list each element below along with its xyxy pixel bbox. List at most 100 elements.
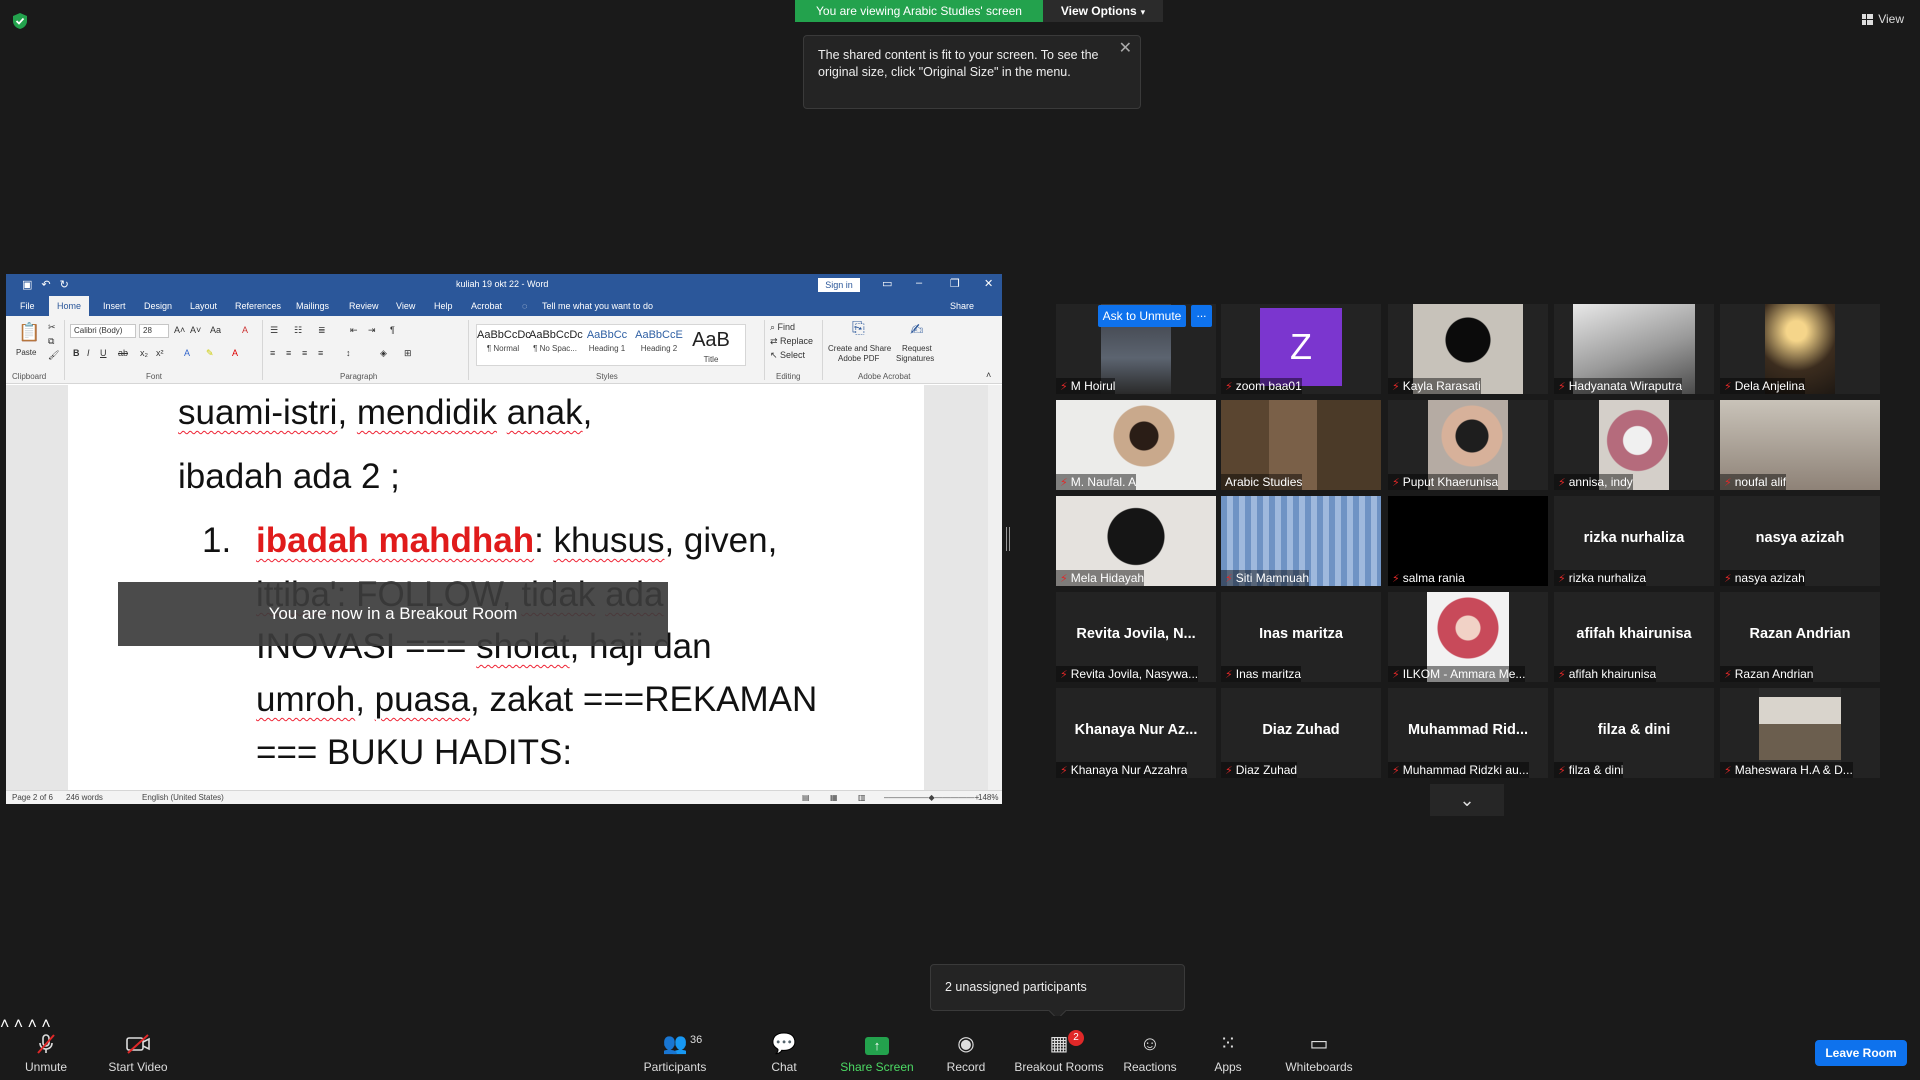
tab-home[interactable]: Home xyxy=(49,296,90,316)
participant-tile[interactable]: nasya azizah ⚡ nasya azizah xyxy=(1720,496,1880,586)
create-pdf-label-2[interactable]: Adobe PDF xyxy=(838,354,879,363)
tab-review[interactable]: Review xyxy=(349,301,379,311)
participant-tile[interactable]: Razan Andrian ⚡ Razan Andrian xyxy=(1720,592,1880,682)
increase-indent-icon[interactable]: ⇥ xyxy=(368,325,376,336)
sign-in-button[interactable]: Sign in xyxy=(818,278,860,292)
chat-options-caret-icon[interactable]: ˄ xyxy=(28,1016,37,1033)
apps-button[interactable]: ⁙ Apps xyxy=(1208,1032,1248,1074)
record-button[interactable]: ◉ Record xyxy=(944,1032,988,1074)
security-shield-icon[interactable] xyxy=(12,12,28,30)
redo-icon[interactable]: ↻ xyxy=(60,278,69,291)
video-options-caret-icon[interactable]: ˄ xyxy=(14,1016,23,1033)
reactions-button[interactable]: ☺ Reactions xyxy=(1122,1032,1178,1074)
start-video-button[interactable]: Start Video xyxy=(106,1032,170,1074)
participant-tile[interactable]: Diaz Zuhad ⚡ Diaz Zuhad xyxy=(1221,688,1381,778)
line-spacing-icon[interactable]: ↕ xyxy=(346,348,351,358)
clear-formatting-icon[interactable]: A xyxy=(242,325,248,335)
participant-tile[interactable]: afifah khairunisa ⚡ afifah khairunisa xyxy=(1554,592,1714,682)
ribbon-display-icon[interactable]: ▭ xyxy=(882,277,892,290)
tab-mailings[interactable]: Mailings xyxy=(296,301,329,311)
style-heading-2[interactable]: AaBbCcE Heading 2 xyxy=(633,325,685,365)
ask-to-unmute-button[interactable]: Ask to Unmute xyxy=(1098,305,1186,327)
font-name-box[interactable]: Calibri (Body) xyxy=(70,324,136,338)
style-title[interactable]: AaB Title xyxy=(685,325,737,365)
participant-tile[interactable]: ⚡ Puput Khaerunisa xyxy=(1388,400,1548,490)
find-button[interactable]: ⌕ Find xyxy=(770,322,795,333)
participant-tile[interactable]: Khanaya Nur Az... ⚡ Khanaya Nur Azzahra xyxy=(1056,688,1216,778)
participant-tile[interactable]: ⚡ annisa, indy xyxy=(1554,400,1714,490)
underline-icon[interactable]: U xyxy=(100,348,107,358)
participant-tile[interactable]: Revita Jovila, N... ⚡ Revita Jovila, Nasyw… xyxy=(1056,592,1216,682)
tab-help[interactable]: Help xyxy=(434,301,453,311)
save-icon[interactable]: ▣ xyxy=(22,278,32,291)
create-pdf-label-1[interactable]: Create and Share xyxy=(828,344,891,353)
request-signatures-icon[interactable]: ✍ xyxy=(910,320,923,340)
tab-insert[interactable]: Insert xyxy=(103,301,126,311)
borders-icon[interactable]: ⊞ xyxy=(404,348,412,359)
shading-icon[interactable]: ◈ xyxy=(380,348,387,359)
leave-room-button[interactable]: Leave Room xyxy=(1815,1040,1907,1066)
collapse-ribbon-icon[interactable]: ˄ xyxy=(986,370,991,380)
participant-tile[interactable]: ⚡ ILKOM - Ammara Me... xyxy=(1388,592,1548,682)
shrink-font-icon[interactable]: A˅ xyxy=(190,325,201,335)
align-left-icon[interactable]: ≡ xyxy=(270,348,275,358)
web-layout-icon[interactable]: ▥ xyxy=(858,793,866,802)
participant-tile[interactable]: Muhammad Rid... ⚡ Muhammad Ridzki au... xyxy=(1388,688,1548,778)
copy-icon[interactable]: ⧉ xyxy=(48,336,54,347)
read-mode-icon[interactable]: ▤ xyxy=(802,793,810,802)
subscript-icon[interactable]: x₂ xyxy=(140,348,148,358)
participant-tile[interactable]: ⚡ Dela Anjelina xyxy=(1720,304,1880,394)
multilevel-list-icon[interactable]: ≣ xyxy=(318,325,326,336)
audio-options-caret-icon[interactable]: ˄ xyxy=(0,1016,9,1033)
numbering-icon[interactable]: ☷ xyxy=(294,325,302,336)
strikethrough-icon[interactable]: ab xyxy=(118,348,128,358)
participant-tile[interactable]: ⚡ salma rania xyxy=(1388,496,1548,586)
vertical-scrollbar[interactable] xyxy=(988,385,1002,790)
style-heading-1[interactable]: AaBbCc Heading 1 xyxy=(581,325,633,365)
view-button[interactable]: View xyxy=(1862,12,1904,26)
share-options-caret-icon[interactable]: ˄ xyxy=(41,1016,50,1033)
view-options-button[interactable]: View Options ▾ xyxy=(1043,0,1163,22)
grow-font-icon[interactable]: A˄ xyxy=(174,325,185,335)
tell-me-search[interactable]: Tell me what you want to do xyxy=(542,301,653,311)
tab-file[interactable]: File xyxy=(20,301,35,311)
tab-layout[interactable]: Layout xyxy=(190,301,217,311)
create-pdf-icon[interactable]: ⎘ xyxy=(852,320,865,338)
participants-button[interactable]: 👥 36 Participants xyxy=(640,1032,710,1074)
highlight-icon[interactable]: ✎ xyxy=(206,348,214,359)
undo-icon[interactable]: ↶ xyxy=(41,278,50,291)
whiteboards-button[interactable]: ▭ Whiteboards xyxy=(1280,1032,1358,1074)
participant-tile[interactable]: ⚡ Kayla Rarasati xyxy=(1388,304,1548,394)
language[interactable]: English (United States) xyxy=(142,793,224,802)
print-layout-icon[interactable]: ▦ xyxy=(830,793,838,802)
decrease-indent-icon[interactable]: ⇤ xyxy=(350,325,358,336)
participant-tile[interactable]: ⚡ noufal alif xyxy=(1720,400,1880,490)
tab-design[interactable]: Design xyxy=(144,301,172,311)
font-color-icon[interactable]: A xyxy=(232,348,238,358)
split-resize-handle[interactable] xyxy=(1006,527,1010,551)
participant-tile[interactable]: ⚡ Hadyanata Wiraputra xyxy=(1554,304,1714,394)
share-screen-button[interactable]: ↑ Share Screen xyxy=(840,1032,914,1074)
tab-view[interactable]: View xyxy=(396,301,415,311)
chat-button[interactable]: 💬 Chat xyxy=(762,1032,806,1074)
close-icon[interactable]: ✕ xyxy=(1119,40,1132,57)
participant-tile[interactable]: Z ⚡ zoom baa01 xyxy=(1221,304,1381,394)
select-button[interactable]: ↖ Select xyxy=(770,350,805,361)
request-signatures-label-2[interactable]: Signatures xyxy=(896,354,934,363)
bold-icon[interactable]: B xyxy=(73,348,80,358)
font-size-box[interactable]: 28 xyxy=(139,324,169,338)
bullets-icon[interactable]: ☰ xyxy=(270,325,278,336)
participant-tile[interactable]: ⚡ Siti Mamnuah xyxy=(1221,496,1381,586)
minimize-icon[interactable]: – xyxy=(916,277,922,289)
replace-button[interactable]: ⇄ Replace xyxy=(770,336,813,347)
align-center-icon[interactable]: ≡ xyxy=(286,348,291,358)
zoom-slider[interactable]: –―――――◆―――――+ xyxy=(884,793,979,802)
participant-tile[interactable]: filza & dini ⚡ filza & dini xyxy=(1554,688,1714,778)
breakout-rooms-button[interactable]: ▦ 2 Breakout Rooms xyxy=(1012,1030,1106,1074)
justify-icon[interactable]: ≡ xyxy=(318,348,323,358)
more-options-button[interactable]: ... xyxy=(1191,305,1212,327)
participant-tile[interactable]: Inas maritza ⚡ Inas maritza xyxy=(1221,592,1381,682)
share-button[interactable]: Share xyxy=(950,301,974,311)
align-right-icon[interactable]: ≡ xyxy=(302,348,307,358)
restore-icon[interactable]: ❐ xyxy=(950,277,960,290)
